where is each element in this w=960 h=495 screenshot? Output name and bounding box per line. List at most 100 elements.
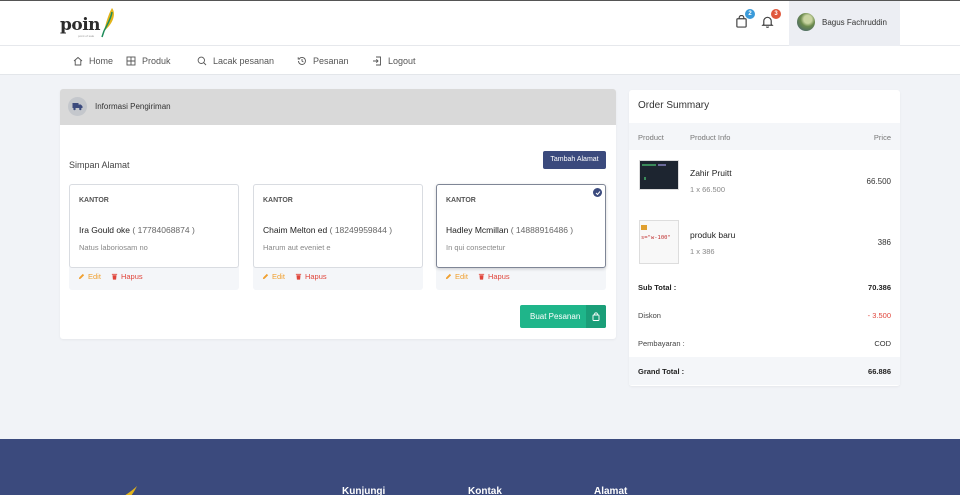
address-card-body[interactable]: KANTOR Ira Gould oke ( 17784068874 ) Nat… (69, 184, 239, 268)
pencil-icon (78, 273, 85, 280)
cart-count-badge: 2 (745, 9, 755, 19)
logo-subtitle: point of sale (78, 34, 95, 38)
nav-produk[interactable]: Produk (126, 46, 171, 75)
footer-heading-alamat: Alamat (594, 486, 628, 495)
discount-label: Diskon (638, 311, 661, 320)
add-address-button[interactable]: Tambah Alamat (543, 151, 606, 169)
nav-pesanan[interactable]: Pesanan (297, 46, 349, 75)
recipient-name: Chaim Melton ed (263, 225, 328, 235)
avatar (797, 13, 815, 31)
product-thumbnail-text: s="w-100" (641, 235, 671, 241)
grid-icon (126, 56, 136, 65)
payment-row: Pembayaran : COD (629, 329, 900, 357)
col-price: Price (873, 133, 891, 142)
address-recipient: Hadley Mcmillan ( 14888916486 ) (446, 225, 573, 235)
address-card-body[interactable]: KANTOR Hadley Mcmillan ( 14888916486 ) I… (436, 184, 606, 268)
col-product-info: Product Info (690, 133, 731, 142)
cart-button[interactable]: 2 (735, 9, 755, 29)
recipient-name: Hadley Mcmillan (446, 225, 509, 235)
edit-label: Edit (88, 272, 101, 281)
saved-address-heading: Simpan Alamat (69, 160, 130, 170)
grand-total-value: 66.886 (868, 367, 891, 376)
shipping-info-card: Informasi Pengiriman Simpan Alamat Tamba… (60, 89, 616, 339)
leaf-logo-icon (101, 8, 114, 38)
notification-count-badge: 3 (771, 9, 781, 19)
order-summary-card: Order Summary Product Product Info Price… (629, 90, 900, 386)
address-card-body[interactable]: KANTOR Chaim Melton ed ( 18249959844 ) H… (253, 184, 423, 268)
subtotal-value: 70.386 (868, 283, 891, 292)
trash-icon (111, 273, 118, 280)
product-qty: 1 x 66.500 (690, 185, 726, 194)
selected-check-icon (593, 188, 602, 197)
nav-lacak-pesanan[interactable]: Lacak pesanan (197, 46, 274, 75)
payment-label: Pembayaran : (638, 339, 685, 348)
payment-value: COD (874, 339, 891, 348)
nav-logout[interactable]: Logout (372, 46, 416, 75)
create-order-label: Buat Pesanan (530, 312, 581, 321)
address-actions: Edit Hapus (445, 272, 510, 281)
discount-row: Diskon - 3.500 (629, 301, 900, 329)
address-type: KANTOR (446, 197, 476, 204)
address-card-selected[interactable]: KANTOR Hadley Mcmillan ( 14888916486 ) I… (436, 184, 606, 290)
edit-address-button[interactable]: Edit (445, 272, 468, 281)
user-menu[interactable]: Bagus Fachruddin (789, 1, 900, 46)
trash-icon (295, 273, 302, 280)
col-product: Product (638, 133, 664, 142)
edit-label: Edit (272, 272, 285, 281)
nav-home[interactable]: Home (73, 46, 113, 75)
delete-label: Hapus (120, 272, 143, 281)
product-name: Zahir Pruitt (690, 168, 732, 178)
logo-text: poin (60, 15, 101, 35)
main-nav: Home Produk Lacak pesanan Pesanan Logout (0, 46, 960, 75)
create-order-button[interactable]: Buat Pesanan (520, 305, 606, 328)
subtotal-label: Sub Total : (638, 283, 677, 292)
summary-product-row: s="w-100" produk baru 1 x 386 386 (629, 212, 900, 272)
shipping-card-header: Informasi Pengiriman (60, 89, 616, 125)
order-summary-header-row: Product Product Info Price (629, 123, 900, 150)
pencil-icon (445, 273, 452, 280)
recipient-name: Ira Gould oke (79, 225, 131, 235)
grand-total-label: Grand Total : (638, 367, 685, 376)
top-header: poin point of sale 2 3 Bagus Fachruddin (0, 0, 960, 46)
summary-product-row: Zahir Pruitt 1 x 66.500 66.500 (629, 152, 900, 212)
product-name: produk baru (690, 230, 736, 240)
delete-address-button[interactable]: Hapus (295, 272, 327, 281)
footer: Kunjungi Kontak Alamat (0, 439, 960, 495)
address-actions: Edit Hapus (78, 272, 143, 281)
address-note: In qui consectetur (446, 243, 506, 252)
trash-icon (478, 273, 485, 280)
address-actions: Edit Hapus (262, 272, 327, 281)
product-price: 386 (877, 238, 891, 247)
address-card[interactable]: KANTOR Ira Gould oke ( 17784068874 ) Nat… (69, 184, 239, 290)
delete-label: Hapus (487, 272, 510, 281)
recipient-phone: ( 17784068874 ) (132, 225, 195, 235)
logout-icon (373, 56, 381, 65)
address-type: KANTOR (263, 197, 293, 204)
nav-logout-label: Logout (388, 55, 416, 66)
shipping-card-title: Informasi Pengiriman (95, 102, 171, 111)
address-card[interactable]: KANTOR Chaim Melton ed ( 18249959844 ) H… (253, 184, 423, 290)
nav-pesanan-label: Pesanan (313, 55, 349, 66)
notification-button[interactable]: 3 (761, 9, 781, 29)
product-price: 66.500 (866, 177, 891, 186)
edit-address-button[interactable]: Edit (262, 272, 285, 281)
shopping-bag-icon (586, 305, 606, 328)
brand-logo[interactable]: poin point of sale (60, 7, 120, 41)
home-icon (73, 56, 83, 65)
product-qty: 1 x 386 (690, 247, 715, 256)
order-summary-title: Order Summary (638, 100, 710, 111)
recipient-phone: ( 18249959844 ) (329, 225, 393, 235)
pencil-icon (262, 273, 269, 280)
delete-address-button[interactable]: Hapus (111, 272, 143, 281)
address-note: Harum aut eveniet e (263, 243, 331, 252)
discount-value: - 3.500 (867, 311, 891, 320)
truck-icon (68, 97, 87, 116)
address-type: KANTOR (79, 197, 109, 204)
leaf-logo-icon (125, 486, 137, 495)
address-note: Natus laboriosam no (79, 243, 148, 252)
footer-heading-kunjungi: Kunjungi (342, 486, 386, 495)
delete-address-button[interactable]: Hapus (478, 272, 510, 281)
history-icon (297, 56, 306, 65)
edit-address-button[interactable]: Edit (78, 272, 101, 281)
address-recipient: Chaim Melton ed ( 18249959844 ) (263, 225, 392, 235)
